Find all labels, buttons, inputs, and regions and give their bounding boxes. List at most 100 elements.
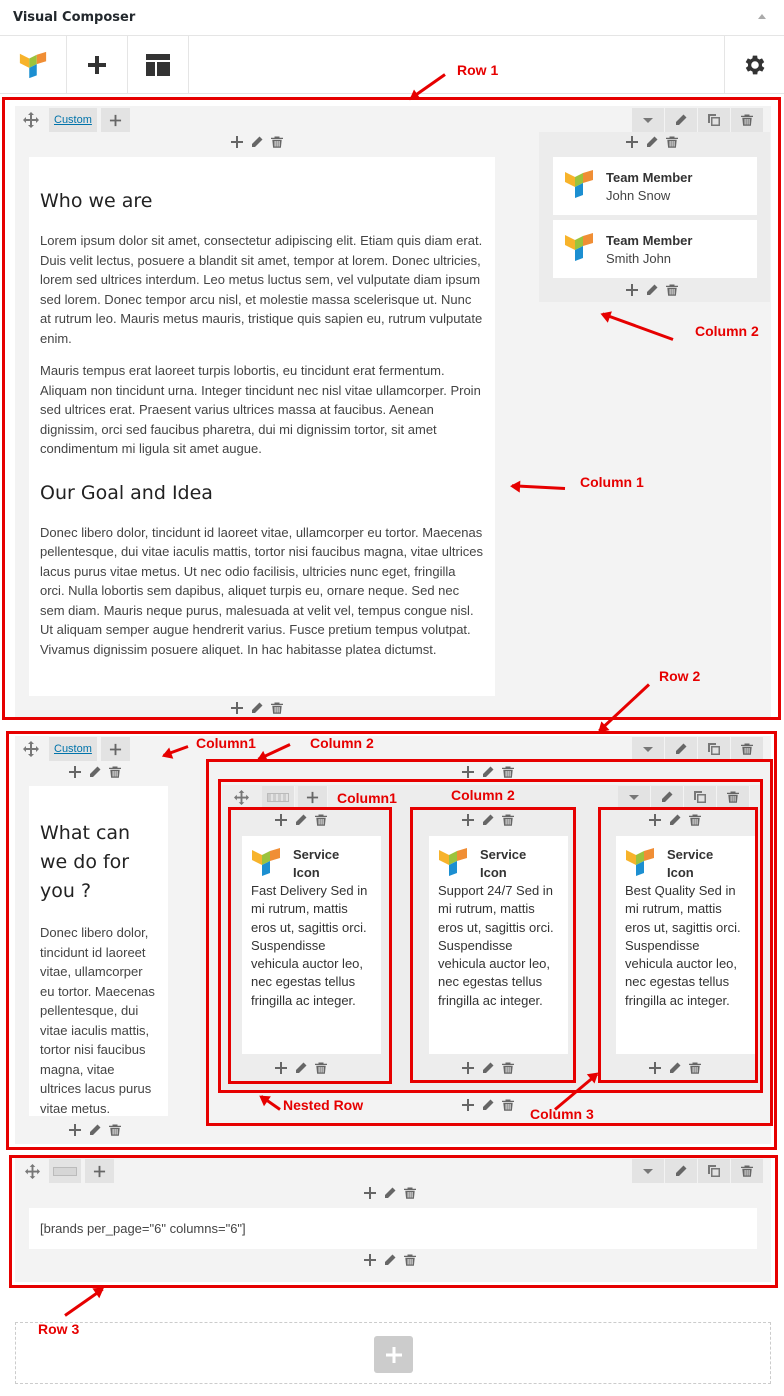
row-2-layout-custom-link[interactable]: Custom: [49, 737, 97, 761]
nested-row-clone-button[interactable]: [684, 786, 717, 808]
trash-icon[interactable]: [270, 701, 284, 715]
move-icon[interactable]: [25, 1164, 40, 1179]
row-1-edit-button[interactable]: [665, 108, 698, 132]
trash-icon[interactable]: [108, 765, 122, 779]
pencil-icon[interactable]: [294, 1061, 308, 1075]
plus-icon[interactable]: [68, 765, 82, 779]
column-2-controls-top: [625, 135, 679, 149]
row-1-add-column-button[interactable]: [100, 108, 131, 132]
trash-icon[interactable]: [501, 813, 515, 827]
trash-icon[interactable]: [270, 135, 284, 149]
nested-column-1-controls-top: [274, 813, 328, 827]
layout-icon: [53, 1166, 77, 1176]
row-2-controls-right: [632, 737, 764, 761]
pencil-icon[interactable]: [645, 283, 659, 297]
trash-icon: [740, 742, 754, 756]
trash-icon[interactable]: [665, 135, 679, 149]
plus-icon[interactable]: [648, 1061, 662, 1075]
pencil-icon[interactable]: [250, 135, 264, 149]
pencil-icon[interactable]: [645, 135, 659, 149]
pencil-icon[interactable]: [481, 1098, 495, 1112]
row-3-add-column-button[interactable]: [85, 1159, 115, 1183]
collapse-toggle-icon[interactable]: [758, 14, 766, 19]
trash-icon[interactable]: [108, 1123, 122, 1137]
plus-icon[interactable]: [274, 813, 288, 827]
move-icon[interactable]: [23, 741, 39, 757]
plus-icon[interactable]: [274, 1061, 288, 1075]
text-block-element[interactable]: Who we are Lorem ipsum dolor sit amet, c…: [29, 157, 495, 696]
service-icon-element[interactable]: Service Icon Support 24/7 Sed in mi rutr…: [429, 836, 568, 1054]
pencil-icon[interactable]: [668, 813, 682, 827]
trash-icon[interactable]: [501, 765, 515, 779]
add-element-button[interactable]: [67, 36, 128, 94]
pencil-icon[interactable]: [88, 1123, 102, 1137]
trash-icon[interactable]: [688, 1061, 702, 1075]
row-1-layout-custom-link[interactable]: Custom: [49, 108, 97, 132]
trash-icon[interactable]: [314, 813, 328, 827]
trash-icon[interactable]: [501, 1061, 515, 1075]
column-1-controls-bottom: [230, 701, 284, 715]
pencil-icon[interactable]: [668, 1061, 682, 1075]
plus-icon[interactable]: [461, 1061, 475, 1075]
plus-icon[interactable]: [648, 813, 662, 827]
plus-icon[interactable]: [363, 1253, 377, 1267]
plus-icon[interactable]: [68, 1123, 82, 1137]
row-3-layout-button[interactable]: [49, 1159, 82, 1183]
nested-row-edit-button[interactable]: [651, 786, 684, 808]
row-3-toggle-button[interactable]: [632, 1159, 665, 1183]
row-2-delete-button[interactable]: [731, 737, 764, 761]
nested-row-layout-button[interactable]: [262, 786, 295, 808]
nested-row-toggle-button[interactable]: [618, 786, 651, 808]
trash-icon[interactable]: [665, 283, 679, 297]
row-1-clone-button[interactable]: [698, 108, 731, 132]
plus-icon[interactable]: [230, 701, 244, 715]
row-1-toggle-button[interactable]: [632, 108, 665, 132]
row-1-delete-button[interactable]: [731, 108, 764, 132]
team-member-element[interactable]: Team Member Smith John: [553, 220, 757, 278]
trash-icon[interactable]: [403, 1253, 417, 1267]
vc-logo-button[interactable]: [0, 36, 67, 94]
templates-button[interactable]: [128, 36, 189, 94]
plus-icon[interactable]: [625, 135, 639, 149]
row-3-clone-button[interactable]: [698, 1159, 731, 1183]
row-3-edit-button[interactable]: [665, 1159, 698, 1183]
pencil-icon[interactable]: [481, 1061, 495, 1075]
pencil-icon[interactable]: [250, 701, 264, 715]
settings-button[interactable]: [724, 36, 784, 94]
row-2-clone-button[interactable]: [698, 737, 731, 761]
shortcode-element[interactable]: [brands per_page="6" columns="6"]: [29, 1208, 757, 1249]
trash-icon[interactable]: [314, 1061, 328, 1075]
plus-icon[interactable]: [461, 1098, 475, 1112]
paragraph-3: Donec libero dolor, tincidunt id laoreet…: [40, 524, 483, 657]
trash-icon[interactable]: [688, 813, 702, 827]
pencil-icon[interactable]: [88, 765, 102, 779]
row-3-delete-button[interactable]: [731, 1159, 764, 1183]
pencil-icon[interactable]: [383, 1186, 397, 1200]
plus-icon[interactable]: [461, 813, 475, 827]
nested-row-add-column-button[interactable]: [298, 786, 328, 808]
plus-icon: [109, 743, 122, 756]
nested-row-delete-button[interactable]: [717, 786, 750, 808]
annotation-arrow: [64, 1287, 104, 1317]
service-icon-element[interactable]: Service Icon Best Quality Sed in mi rutr…: [616, 836, 755, 1054]
text-block-element[interactable]: What can we do for you ? Donec libero do…: [29, 786, 168, 1116]
plus-icon[interactable]: [363, 1186, 377, 1200]
plus-icon[interactable]: [230, 135, 244, 149]
pencil-icon[interactable]: [383, 1253, 397, 1267]
row-2-add-column-button[interactable]: [100, 737, 131, 761]
pencil-icon[interactable]: [481, 813, 495, 827]
pencil-icon[interactable]: [481, 765, 495, 779]
row-2-edit-button[interactable]: [665, 737, 698, 761]
plus-icon[interactable]: [625, 283, 639, 297]
move-icon[interactable]: [234, 790, 249, 805]
trash-icon[interactable]: [403, 1186, 417, 1200]
service-icon-element[interactable]: Service Icon Fast Delivery Sed in mi rut…: [242, 836, 381, 1054]
pencil-icon[interactable]: [294, 813, 308, 827]
team-member-element[interactable]: Team Member John Snow: [553, 157, 757, 215]
plus-icon[interactable]: [461, 765, 475, 779]
panel-title-bar: Visual Composer: [0, 0, 784, 36]
trash-icon[interactable]: [501, 1098, 515, 1112]
move-icon[interactable]: [23, 112, 39, 128]
row-2-toggle-button[interactable]: [632, 737, 665, 761]
add-row-button[interactable]: [374, 1336, 413, 1373]
